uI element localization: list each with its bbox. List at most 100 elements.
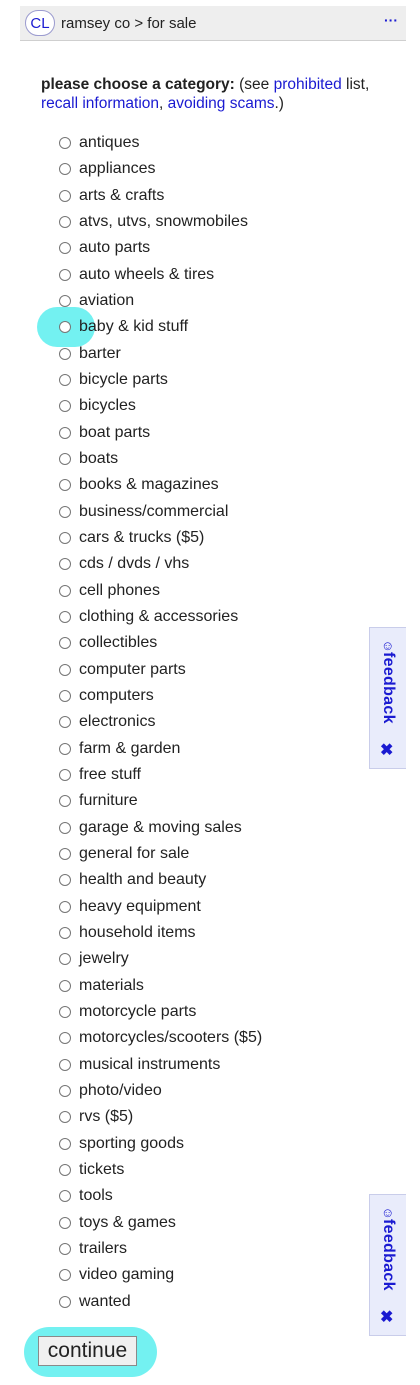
radio-button[interactable] <box>59 295 71 308</box>
radio-button[interactable] <box>59 927 71 939</box>
radio-button[interactable] <box>59 1032 71 1045</box>
radio-button[interactable] <box>59 1216 71 1229</box>
prohibited-link[interactable]: prohibited <box>274 76 342 93</box>
radio-button[interactable] <box>59 189 71 202</box>
radio-button[interactable] <box>59 1295 71 1308</box>
category-option[interactable]: household items <box>58 920 262 946</box>
recall-information-link[interactable]: recall information <box>41 95 159 112</box>
craigslist-logo[interactable]: CL <box>25 10 55 36</box>
category-option[interactable]: materials <box>58 973 262 999</box>
radio-button[interactable] <box>59 900 71 913</box>
category-option[interactable]: computers <box>58 683 262 709</box>
category-option[interactable]: collectibles <box>58 630 262 656</box>
radio-button[interactable] <box>59 347 71 360</box>
radio-button[interactable] <box>59 1084 71 1097</box>
radio-button[interactable] <box>59 979 71 992</box>
category-option[interactable]: sporting goods <box>58 1130 262 1156</box>
radio-button[interactable] <box>59 453 71 466</box>
radio-button[interactable] <box>59 163 71 176</box>
category-option[interactable]: free stuff <box>58 762 262 788</box>
category-option[interactable]: tools <box>58 1183 262 1209</box>
category-option[interactable]: rvs ($5) <box>58 1104 262 1130</box>
category-option[interactable]: clothing & accessories <box>58 604 262 630</box>
radio-button[interactable] <box>59 216 71 229</box>
radio-button[interactable] <box>59 400 71 413</box>
category-option[interactable]: arts & crafts <box>58 183 262 209</box>
radio-button[interactable] <box>59 611 71 624</box>
radio-button[interactable] <box>59 1137 71 1150</box>
radio-button[interactable] <box>59 769 71 782</box>
category-option[interactable]: computer parts <box>58 657 262 683</box>
radio-button[interactable] <box>59 584 71 597</box>
radio-button[interactable] <box>59 1269 71 1282</box>
category-option[interactable]: farm & garden <box>58 736 262 762</box>
radio-button[interactable] <box>59 268 71 281</box>
category-option[interactable]: business/commercial <box>58 499 262 525</box>
radio-button[interactable] <box>59 1005 71 1018</box>
category-option[interactable]: photo/video <box>58 1078 262 1104</box>
category-option[interactable]: toys & games <box>58 1209 262 1235</box>
category-option[interactable]: aviation <box>58 288 262 314</box>
category-option[interactable]: baby & kid stuff <box>58 314 262 340</box>
category-option[interactable]: atvs, utvs, snowmobiles <box>58 209 262 235</box>
feedback-tab[interactable]: ☺ feedback ✖ <box>369 1194 406 1336</box>
avoiding-scams-link[interactable]: avoiding scams <box>168 95 275 112</box>
feedback-tab[interactable]: ☺ feedback ✖ <box>369 627 406 769</box>
category-option[interactable]: auto parts <box>58 235 262 261</box>
category-option[interactable]: musical instruments <box>58 1051 262 1077</box>
radio-button[interactable] <box>59 874 71 887</box>
category-option[interactable]: wanted <box>58 1288 262 1314</box>
radio-button[interactable] <box>59 1242 71 1255</box>
close-icon[interactable]: ✖ <box>380 1307 393 1327</box>
category-option[interactable]: barter <box>58 341 262 367</box>
category-option[interactable]: boat parts <box>58 420 262 446</box>
category-option[interactable]: books & magazines <box>58 472 262 498</box>
radio-button[interactable] <box>59 742 71 755</box>
radio-button[interactable] <box>59 821 71 834</box>
category-option[interactable]: bicycles <box>58 393 262 419</box>
radio-button[interactable] <box>59 716 71 729</box>
category-option[interactable]: furniture <box>58 788 262 814</box>
radio-button[interactable] <box>59 1058 71 1071</box>
category-option[interactable]: electronics <box>58 709 262 735</box>
radio-button[interactable] <box>59 663 71 676</box>
category-option[interactable]: boats <box>58 446 262 472</box>
category-option[interactable]: appliances <box>58 156 262 182</box>
radio-button[interactable] <box>59 479 71 492</box>
radio-button[interactable] <box>59 505 71 518</box>
category-option[interactable]: garage & moving sales <box>58 815 262 841</box>
radio-button[interactable] <box>59 321 71 334</box>
radio-button[interactable] <box>59 137 71 150</box>
radio-button[interactable] <box>59 953 71 966</box>
radio-button[interactable] <box>59 558 71 571</box>
radio-button[interactable] <box>59 848 71 861</box>
category-option[interactable]: motorcycle parts <box>58 999 262 1025</box>
category-option[interactable]: cell phones <box>58 578 262 604</box>
category-option[interactable]: motorcycles/scooters ($5) <box>58 1025 262 1051</box>
radio-button[interactable] <box>59 426 71 439</box>
category-option[interactable]: health and beauty <box>58 867 262 893</box>
category-option[interactable]: cars & trucks ($5) <box>58 525 262 551</box>
category-option[interactable]: cds / dvds / vhs <box>58 551 262 577</box>
radio-button[interactable] <box>59 1163 71 1176</box>
radio-button[interactable] <box>59 795 71 808</box>
radio-button[interactable] <box>59 690 71 703</box>
category-option[interactable]: tickets <box>58 1157 262 1183</box>
continue-button[interactable]: continue <box>38 1336 137 1366</box>
category-option[interactable]: jewelry <box>58 946 262 972</box>
category-option[interactable]: video gaming <box>58 1262 262 1288</box>
category-option[interactable]: trailers <box>58 1236 262 1262</box>
menu-dots-icon[interactable]: ··· <box>384 12 398 28</box>
close-icon[interactable]: ✖ <box>380 740 393 760</box>
radio-button[interactable] <box>59 532 71 545</box>
radio-button[interactable] <box>59 374 71 387</box>
category-option[interactable]: heavy equipment <box>58 894 262 920</box>
radio-button[interactable] <box>59 637 71 650</box>
radio-button[interactable] <box>59 242 71 255</box>
category-option[interactable]: bicycle parts <box>58 367 262 393</box>
category-option[interactable]: antiques <box>58 130 262 156</box>
radio-button[interactable] <box>59 1111 71 1124</box>
category-option[interactable]: auto wheels & tires <box>58 262 262 288</box>
radio-button[interactable] <box>59 1190 71 1203</box>
category-option[interactable]: general for sale <box>58 841 262 867</box>
